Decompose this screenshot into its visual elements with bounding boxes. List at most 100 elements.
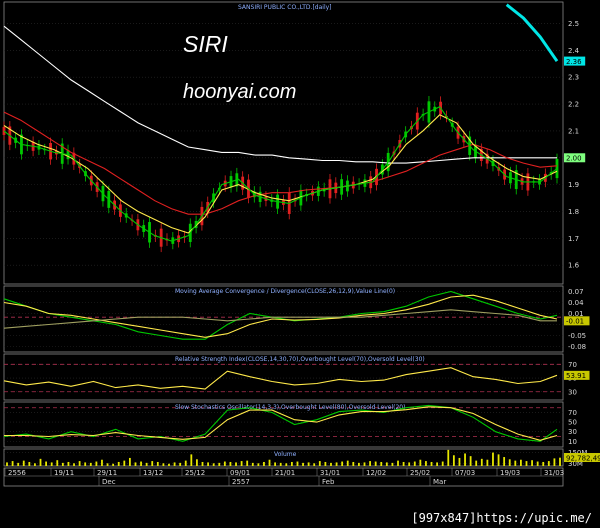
volume-bar (553, 458, 556, 466)
volume-bar (525, 461, 528, 466)
volume-bar (391, 462, 394, 466)
volume-bar (380, 461, 383, 466)
volume-bar (408, 462, 411, 466)
volume-bar (128, 457, 131, 466)
volume-bar (201, 461, 204, 466)
volume-bar (101, 459, 103, 466)
y-tick-label: 1.6 (568, 262, 580, 270)
chart-annotation-site: hoonyai.com (183, 81, 296, 103)
volume-bar (508, 459, 511, 466)
volume-bar (397, 460, 399, 466)
volume-bar (179, 462, 182, 466)
last-value-label: 53.91 (566, 372, 586, 380)
volume-bar (218, 462, 221, 466)
volume-bar (196, 459, 198, 466)
volume-bar (22, 460, 25, 466)
volume-bar (302, 462, 304, 466)
volume-bar (346, 460, 349, 466)
volume-bar (50, 462, 53, 466)
y-tick-label: 2.2 (568, 101, 579, 109)
volume-bar (246, 460, 249, 466)
volume-bar (475, 460, 478, 466)
y-tick-label: 70 (568, 361, 577, 369)
volume-bar (285, 463, 288, 466)
x-major-label: Dec (102, 478, 116, 486)
volume-bar (78, 461, 81, 466)
volume-bar (251, 462, 254, 466)
volume-bar (61, 462, 64, 466)
volume-bar (458, 457, 461, 466)
volume-bar (452, 455, 455, 466)
y-tick-label: -0.08 (568, 343, 586, 351)
volume-bar (335, 462, 338, 466)
y-tick-label: -0.05 (568, 332, 586, 340)
volume-bar (95, 461, 98, 466)
y-tick-label: 0.07 (568, 288, 584, 296)
y-tick-label: 50 (568, 419, 577, 427)
volume-bar (207, 462, 209, 466)
x-tick-label: 25/02 (410, 469, 430, 477)
volume-bar (402, 461, 405, 466)
y-tick-label: 2.5 (568, 20, 579, 28)
volume-bar (274, 462, 277, 466)
volume-bar (67, 461, 70, 466)
y-tick-label: 0.04 (568, 299, 584, 307)
volume-bar (352, 461, 355, 466)
y-tick-label: 70 (568, 409, 577, 417)
volume-bar (235, 462, 237, 466)
y-tick-label: 10 (568, 438, 577, 446)
volume-bar (89, 462, 92, 466)
x-major-label: Mar (433, 478, 446, 486)
panel-title: SANSIRI PUBLIC CO.,LTD.[daily] (238, 4, 332, 11)
volume-bar (419, 459, 422, 466)
volume-bar (369, 461, 371, 466)
volume-bar (374, 461, 377, 466)
volume-bar (84, 462, 87, 466)
chart-background (0, 0, 600, 510)
volume-bar (112, 463, 115, 466)
volume-bar (140, 461, 142, 466)
footer-caption: [997x847]https://upic.me/ (0, 509, 600, 528)
volume-bar (73, 463, 75, 466)
volume-bar (257, 463, 260, 466)
volume-bar (313, 463, 316, 466)
stock-chart: 1.61.71.81.92.02.12.22.32.42.5SANSIRI PU… (0, 0, 600, 510)
y-tick-label: 30 (568, 388, 577, 396)
footer-text: [997x847]https://upic.me/ (411, 511, 592, 525)
x-tick-label: 19/03 (500, 469, 520, 477)
x-tick-label: 2556 (8, 469, 26, 477)
volume-bar (497, 454, 500, 466)
last-value-label: 2.00 (566, 155, 582, 163)
volume-bar (542, 461, 545, 466)
volume-bar (469, 456, 472, 466)
y-tick-label: 1.9 (568, 181, 579, 189)
volume-bar (436, 462, 439, 466)
volume-bar (11, 461, 14, 466)
y-tick-label: 2.1 (568, 127, 579, 135)
volume-bar (514, 460, 517, 466)
volume-bar (123, 460, 126, 466)
volume-bar (425, 461, 427, 466)
volume-bar (156, 461, 159, 466)
x-tick-label: 19/11 (54, 469, 74, 477)
volume-bar (17, 462, 20, 466)
y-tick-label: 1.7 (568, 235, 579, 243)
volume-bar (519, 459, 522, 466)
x-tick-label: 29/11 (97, 469, 117, 477)
volume-bar (173, 462, 176, 466)
x-tick-label: 21/01 (275, 469, 295, 477)
volume-bar (341, 461, 344, 466)
volume-bar (168, 463, 170, 466)
volume-bar (296, 461, 299, 466)
volume-bar (223, 461, 226, 466)
volume-bar (492, 452, 494, 466)
volume-bar (134, 462, 137, 466)
chart-annotation-ticker: SIRI (183, 31, 228, 57)
x-tick-label: 07/03 (455, 469, 475, 477)
panel-title: Relative Strength Index(CLOSE,14,30,70),… (175, 356, 425, 363)
x-tick-label: 13/12 (143, 469, 163, 477)
volume-bar (536, 461, 539, 466)
x-major-label: Feb (322, 478, 335, 486)
last-value-label: 92,782,496 (566, 454, 600, 462)
volume-bar (413, 461, 416, 466)
